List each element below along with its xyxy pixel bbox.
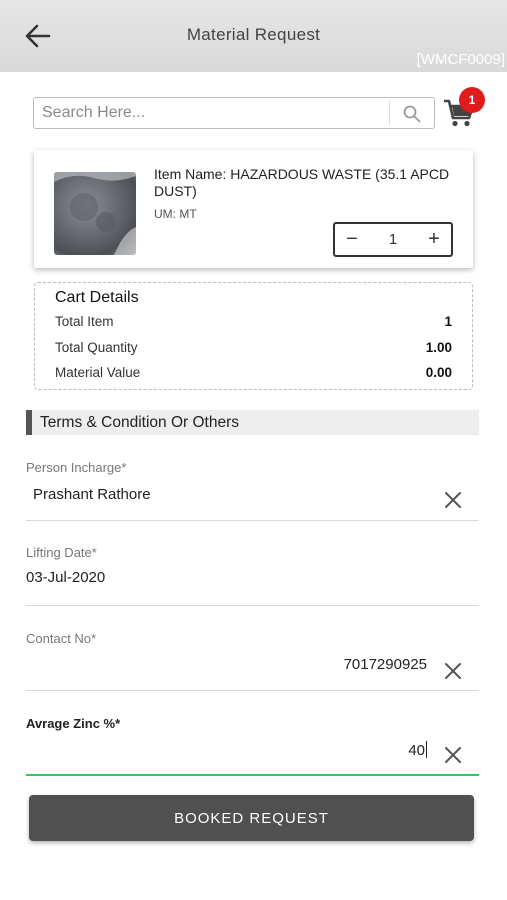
item-name: Item Name: HAZARDOUS WASTE (35.1 APCD DU… [154,166,450,199]
page-title: Material Request [186,25,321,44]
cart-row-label: Material Value [55,365,141,380]
increase-quantity-button[interactable]: + [419,224,449,255]
person-incharge-value[interactable]: Prashant Rathore [33,486,151,503]
search-divider [389,101,390,125]
avg-zinc-input[interactable]: 40 [408,741,427,759]
cart-details-title: Cart Details [55,289,139,306]
clear-avg-zinc-button[interactable] [443,745,463,765]
decrease-quantity-button[interactable]: − [337,224,367,255]
cart-row-value: 1 [444,314,452,329]
contact-no-field[interactable]: Contact No* 7017290925 [26,631,479,691]
person-incharge-label: Person Incharge* [26,460,127,475]
cart-details-panel: Cart Details Total Item 1 Total Quantity… [34,282,473,390]
app-bar: Material Request [WMCF0009] [0,0,507,72]
item-unit: UM: MT [154,207,197,221]
cart-row-total-quantity: Total Quantity 1.00 [55,340,452,358]
cart-row-material-value: Material Value 0.00 [55,365,452,383]
clear-contact-no-button[interactable] [443,661,463,681]
booked-request-button[interactable]: BOOKED REQUEST [29,795,474,841]
quantity-stepper: − 1 + [333,222,453,257]
search-button[interactable] [402,104,422,124]
close-icon [445,747,461,763]
avg-zinc-label: Avrage Zinc %* [26,716,121,731]
close-icon [445,492,461,508]
cart-count-badge: 1 [459,87,485,113]
contact-no-value[interactable]: 7017290925 [344,656,427,673]
text-cursor [426,741,427,758]
cart-row-total-item: Total Item 1 [55,314,452,332]
cart-row-value: 0.00 [425,365,452,380]
screen-code: [WMCF0009] [416,51,505,68]
quantity-value[interactable]: 1 [367,224,419,255]
search-bar [33,97,435,129]
lifting-date-value[interactable]: 03-Jul-2020 [26,569,105,586]
cart-row-label: Total Item [55,314,114,329]
avg-zinc-value: 40 [408,742,425,759]
contact-no-label: Contact No* [26,631,97,646]
lifting-date-label: Lifting Date* [26,545,97,560]
search-icon [403,105,421,123]
lifting-date-field[interactable]: Lifting Date* 03-Jul-2020 [26,545,479,606]
clear-person-incharge-button[interactable] [443,490,463,510]
avg-zinc-field[interactable]: Avrage Zinc %* 40 [26,716,479,776]
cart-row-value: 1.00 [425,340,452,355]
terms-section-header: Terms & Condition Or Others [26,410,479,435]
cart-item-card: Item Name: HAZARDOUS WASTE (35.1 APCD DU… [34,150,473,268]
item-image [54,172,136,255]
cart-row-label: Total Quantity [55,340,138,355]
close-icon [445,663,461,679]
search-input[interactable] [34,98,389,128]
person-incharge-field[interactable]: Person Incharge* Prashant Rathore [26,460,479,521]
terms-section-title: Terms & Condition Or Others [40,414,239,431]
